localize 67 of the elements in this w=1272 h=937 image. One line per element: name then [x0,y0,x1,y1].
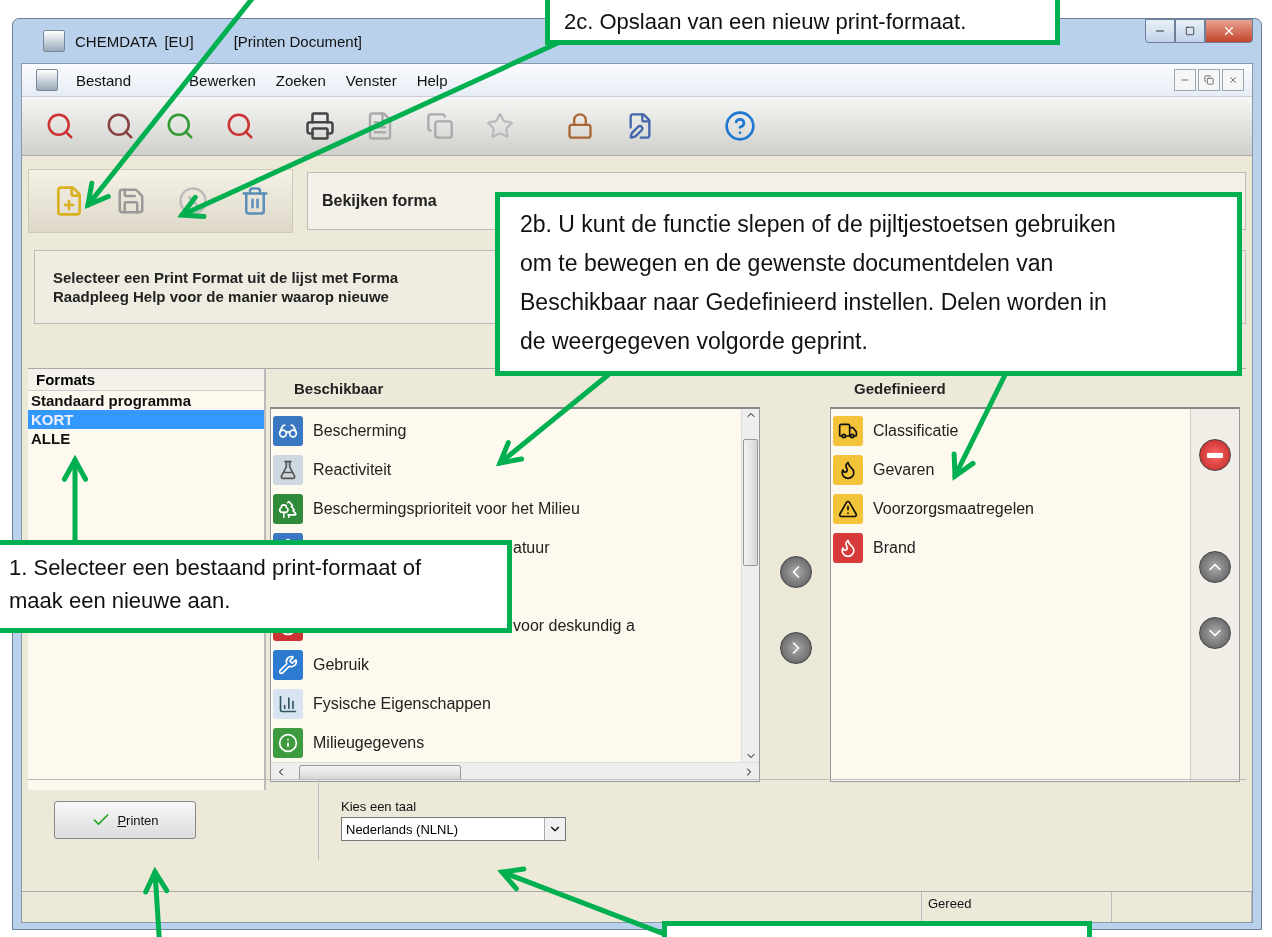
list-item[interactable]: voor deskundig a [513,616,635,635]
callout-text: 2c. Opslaan van een nieuw print-formaat. [564,8,968,36]
close-icon [1222,24,1236,38]
arrow [143,866,170,937]
list-item[interactable]: Bescherming [313,421,407,440]
menu-item[interactable]: Bestand [74,69,134,91]
list-item[interactable]: Classificatie [873,421,959,440]
close-button[interactable] [1205,19,1253,43]
format-item[interactable]: Standaard programma [28,391,264,410]
panel-title: Bekijken forma [322,192,437,210]
restore-icon [1204,75,1214,85]
menu-item[interactable]: Help [414,69,450,91]
move-down-button[interactable] [1199,617,1231,649]
status-text: Gereed [928,896,972,911]
menu-item[interactable]: Bewerken [187,69,258,91]
list-item[interactable]: Voorzorgsmaatregelen [873,499,1034,518]
list-item[interactable]: Fysische Eigenschappen [313,694,491,713]
list-item[interactable]: atuur [513,538,550,557]
column-header: Beschikbaar [293,378,385,399]
instruction-text: Raadpleeg Help voor de manier waarop nieuwe [53,288,389,305]
minus-icon [1207,452,1223,458]
app-icon [43,30,65,52]
callout-text: 1. Selecteer een bestaand print-formaat of maak een nieuwe aan. [9,554,423,615]
window-title: [Printen Document] [233,32,363,50]
list-item[interactable]: Beschermingsprioriteit voor het Milieu [313,499,580,518]
glasses-icon [273,415,303,446]
help-icon[interactable] [722,108,758,144]
print-button[interactable]: Printen [54,801,196,839]
column-header: Gedefinieerd [853,378,947,399]
minimize-button[interactable] [1174,69,1196,91]
flask-icon [273,454,303,485]
maximize-button[interactable] [1175,19,1205,43]
language-dropdown[interactable]: Nederlands (NLNL) [341,817,566,841]
list-item[interactable]: Reactiviteit [313,460,392,479]
app-icon [36,69,58,91]
list-item[interactable]: Milieugegevens [313,733,425,752]
maximize-icon [1185,26,1195,36]
chart-icon [273,688,303,719]
callout-text: 2b. U kunt de functie slepen of de pijltjestoetsen gebruiken om te bewegen en de gewenste documentdelen van Beschikbaar naar Gedefinieerd instellen. Delen worden in de weergegeven volgorde geprint. [520,210,1117,356]
list-item[interactable]: Brand [873,538,916,557]
instruction-text: Selecteer een Print Format uit de lijst met Forma [53,269,399,286]
column-header: Formats [28,369,264,391]
scrollbar-thumb[interactable] [299,764,461,780]
trees-icon [273,493,303,524]
scrollbar-thumb[interactable] [743,439,758,566]
minimize-button[interactable] [1145,19,1175,43]
flame-icon [833,454,863,485]
format-item[interactable]: ALLE [28,429,264,448]
close-button[interactable] [1222,69,1244,91]
menu-item[interactable]: Venster [343,69,399,91]
move-left-button[interactable] [780,555,812,588]
field-label: Kies een taal [341,799,417,814]
remove-button[interactable] [1199,439,1231,471]
flame-icon [833,532,863,563]
move-up-button[interactable] [1199,551,1231,583]
list-item[interactable]: Gevaren [873,460,935,479]
restore-button[interactable] [1198,69,1220,91]
wrench-icon [273,649,303,680]
warning-icon [833,493,863,524]
menu-item[interactable]: Zoeken [273,69,328,91]
close-icon [1228,75,1238,85]
list-item[interactable]: Gebruik [313,655,370,674]
truck-icon [833,415,863,446]
window-title: CHEMDATA [EU] [75,32,194,50]
move-right-button[interactable] [780,631,812,664]
caret-icon [544,818,565,840]
info-icon [273,727,303,758]
